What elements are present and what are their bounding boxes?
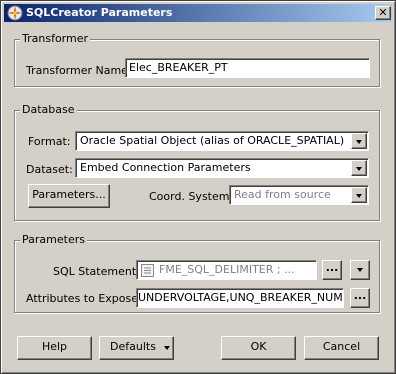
transformer-name-label: Transformer Name: <box>26 64 132 77</box>
sql-statement-value: FME_SQL_DELIMITER ; ... <box>159 263 295 276</box>
transformer-name-input[interactable]: Elec_BREAKER_PT <box>125 58 370 78</box>
database-group: Database Format: Oracle Spatial Object (… <box>14 103 380 221</box>
close-icon: ✕ <box>378 6 388 19</box>
sql-menu-button[interactable] <box>350 260 370 280</box>
dataset-label: Dataset: <box>26 163 73 176</box>
window-title: SQLCreator Parameters <box>26 6 173 19</box>
coord-system-dropdown-arrow[interactable] <box>351 187 367 203</box>
parameters-group-title: Parameters <box>20 233 87 246</box>
title-bar[interactable]: SQLCreator Parameters ✕ <box>4 4 392 22</box>
dataset-select[interactable]: Embed Connection Parameters <box>75 158 369 178</box>
transformer-group: Transformer Transformer Name: Elec_BREAK… <box>14 32 380 87</box>
attributes-expose-label: Attributes to Expose: <box>26 292 142 305</box>
attributes-edit-button[interactable]: ... <box>350 288 370 308</box>
defaults-button[interactable]: Defaults <box>99 336 174 360</box>
chevron-down-icon <box>356 167 362 171</box>
format-dropdown-arrow[interactable] <box>351 133 367 149</box>
fme-app-icon <box>7 5 23 21</box>
attributes-expose-input[interactable]: UNDERVOLTAGE,UNQ_BREAKER_NUMBER <box>136 288 344 308</box>
parameters-group: Parameters SQL Statement: FME_SQL_DELIMI… <box>14 233 380 313</box>
coord-system-select[interactable]: Read from source <box>229 185 369 205</box>
chevron-down-icon <box>164 346 170 350</box>
close-button[interactable]: ✕ <box>375 6 391 20</box>
sql-statement-label: SQL Statement: <box>53 265 140 278</box>
format-select[interactable]: Oracle Spatial Object (alias of ORACLE_S… <box>75 131 369 151</box>
sqlcreator-dialog: SQLCreator Parameters ✕ Transformer Tran… <box>0 0 396 374</box>
transformer-group-title: Transformer <box>20 32 91 45</box>
parameters-button[interactable]: Parameters... <box>28 184 110 208</box>
sql-edit-button[interactable]: ... <box>322 260 342 280</box>
chevron-down-icon <box>356 194 362 198</box>
dataset-dropdown-arrow[interactable] <box>351 160 367 176</box>
sql-editor-icon <box>141 264 154 277</box>
chevron-down-icon <box>356 140 362 144</box>
coord-system-label: Coord. System: <box>149 190 234 203</box>
database-group-title: Database <box>20 103 77 116</box>
cancel-button[interactable]: Cancel <box>304 336 379 360</box>
chevron-down-icon <box>357 268 363 272</box>
ok-button[interactable]: OK <box>221 336 296 360</box>
sql-statement-field[interactable]: FME_SQL_DELIMITER ; ... <box>136 260 317 280</box>
format-label: Format: <box>28 135 71 148</box>
help-button[interactable]: Help <box>17 336 92 360</box>
